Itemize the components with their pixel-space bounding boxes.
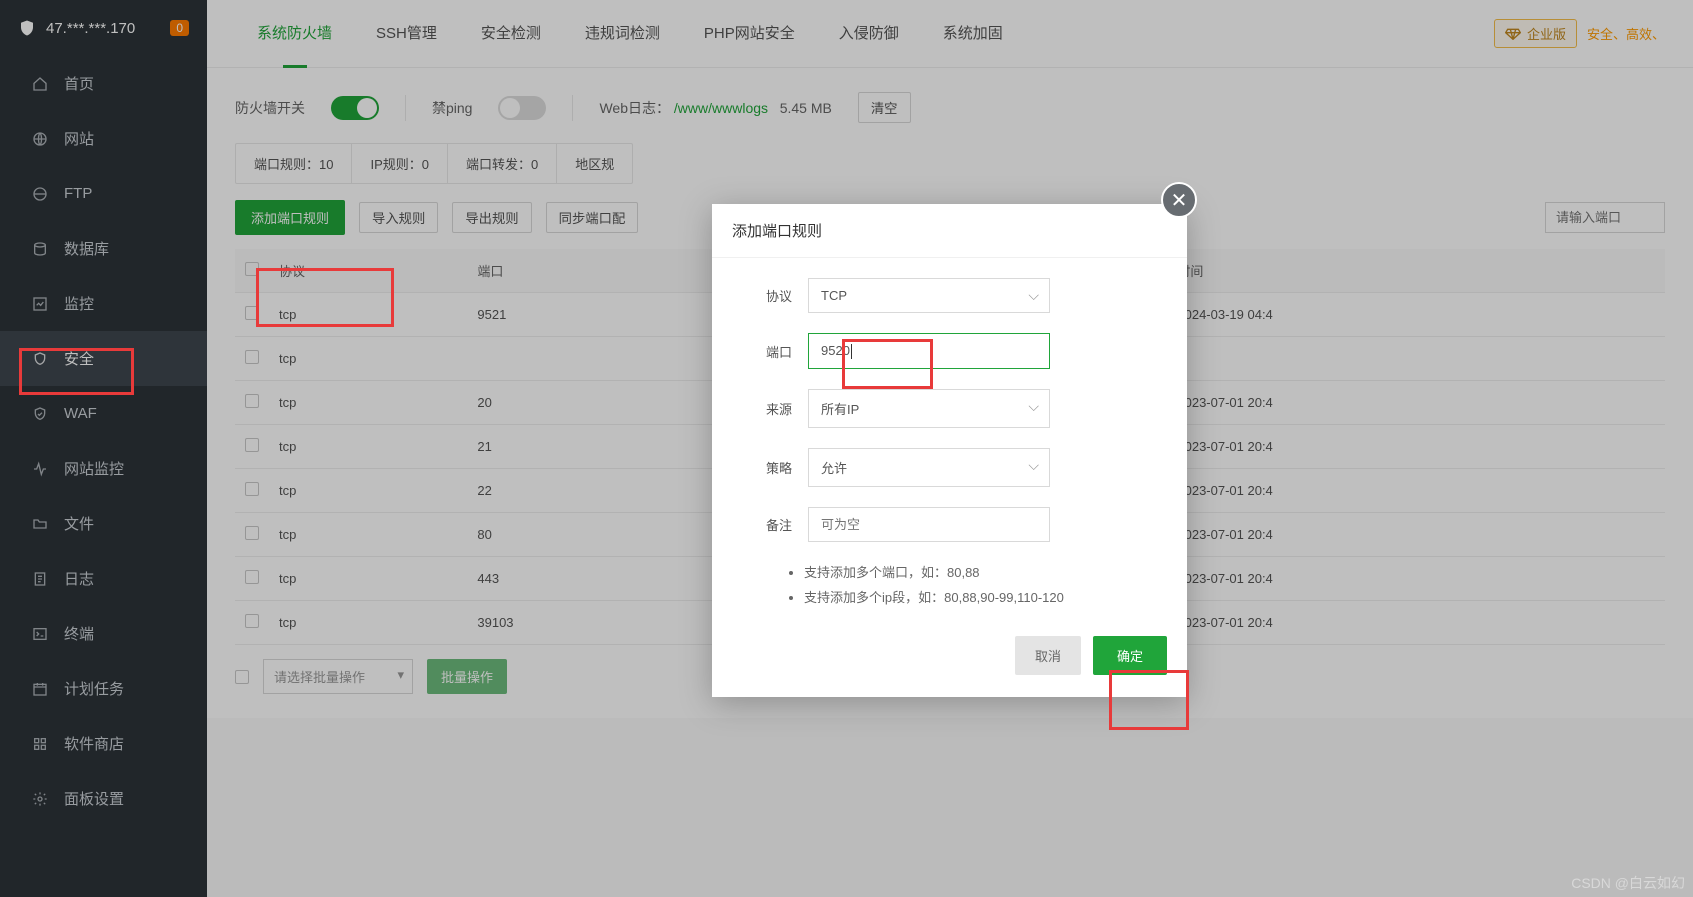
- source-label: 来源: [736, 399, 792, 418]
- watermark: CSDN @白云如幻: [1571, 873, 1685, 893]
- hint-item: 支持添加多个端口，如：80,88: [804, 562, 1163, 581]
- close-icon[interactable]: ✕: [1161, 182, 1197, 218]
- cancel-button[interactable]: 取消: [1015, 636, 1081, 675]
- port-input-value: 9520: [821, 343, 850, 358]
- note-input[interactable]: [808, 507, 1050, 542]
- add-port-rule-modal: ✕ 添加端口规则 协议TCP 端口9520 来源所有IP 策略允许 备注 支持添…: [712, 204, 1187, 697]
- port-label: 端口: [736, 342, 792, 361]
- modal-title: 添加端口规则: [712, 204, 1187, 258]
- source-select[interactable]: 所有IP: [808, 389, 1050, 428]
- confirm-button[interactable]: 确定: [1093, 636, 1167, 675]
- note-label: 备注: [736, 515, 792, 534]
- hint-item: 支持添加多个ip段，如：80,88,90-99,110-120: [804, 587, 1163, 606]
- policy-select[interactable]: 允许: [808, 448, 1050, 487]
- proto-label: 协议: [736, 286, 792, 305]
- proto-select[interactable]: TCP: [808, 278, 1050, 313]
- policy-label: 策略: [736, 458, 792, 477]
- modal-hints: 支持添加多个端口，如：80,88 支持添加多个ip段，如：80,88,90-99…: [786, 562, 1163, 606]
- port-input[interactable]: 9520: [808, 333, 1050, 369]
